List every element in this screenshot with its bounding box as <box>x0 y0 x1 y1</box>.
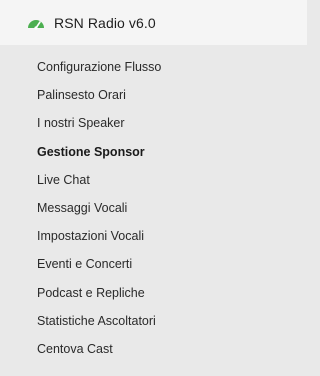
gauge-icon <box>26 16 46 30</box>
menu-item-nostri-speaker[interactable]: I nostri Speaker <box>0 109 307 137</box>
menu-item-live-chat[interactable]: Live Chat <box>0 166 307 194</box>
menu-item-impostazioni-vocali[interactable]: Impostazioni Vocali <box>0 222 307 250</box>
menu-item-configurazione-flusso[interactable]: Configurazione Flusso <box>0 53 307 81</box>
menu-item-palinsesto-orari[interactable]: Palinsesto Orari <box>0 81 307 109</box>
menu-list: Configurazione Flusso Palinsesto Orari I… <box>0 45 307 363</box>
menu-item-podcast-repliche[interactable]: Podcast e Repliche <box>0 279 307 307</box>
menu-item-eventi-concerti[interactable]: Eventi e Concerti <box>0 250 307 278</box>
menu-item-messaggi-vocali[interactable]: Messaggi Vocali <box>0 194 307 222</box>
sidebar-menu: RSN Radio v6.0 Configurazione Flusso Pal… <box>0 0 307 376</box>
menu-item-gestione-sponsor[interactable]: Gestione Sponsor <box>0 138 307 166</box>
menu-header[interactable]: RSN Radio v6.0 <box>0 0 307 45</box>
app-title: RSN Radio v6.0 <box>54 14 156 31</box>
menu-item-centova-cast[interactable]: Centova Cast <box>0 335 307 363</box>
menu-item-statistiche-ascoltatori[interactable]: Statistiche Ascoltatori <box>0 307 307 335</box>
